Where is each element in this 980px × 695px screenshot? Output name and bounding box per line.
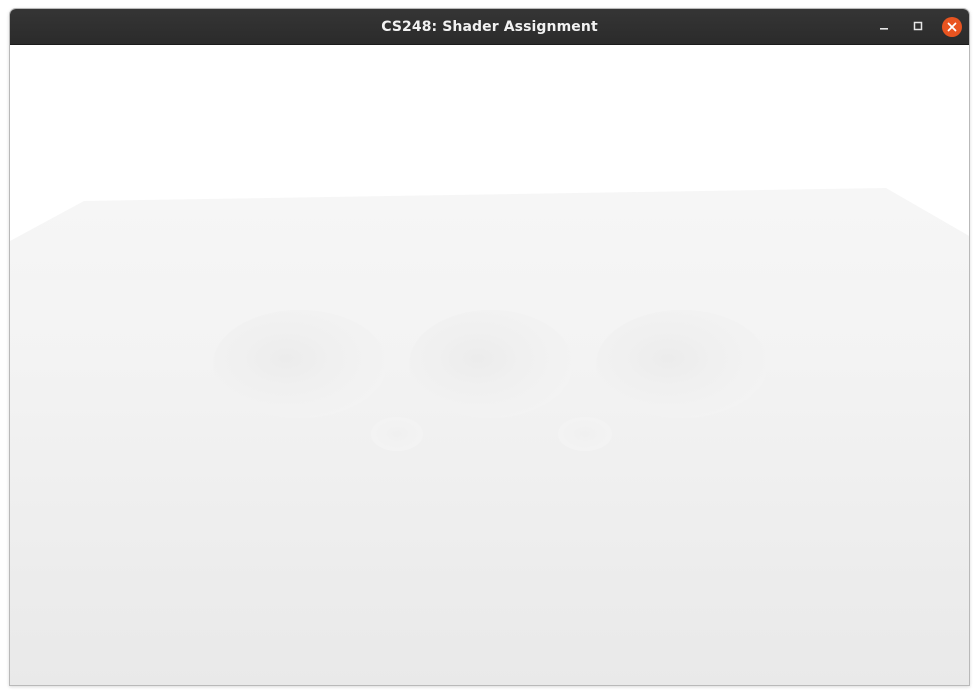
- floor-plane: [10, 188, 969, 685]
- close-icon: [947, 22, 957, 32]
- sphere-right: [596, 310, 768, 418]
- minimize-icon: [880, 28, 888, 30]
- window-title: CS248: Shader Assignment: [381, 19, 598, 35]
- small-sphere-right: [558, 417, 612, 451]
- render-viewport[interactable]: [10, 45, 969, 685]
- sphere-left: [213, 310, 387, 418]
- maximize-button[interactable]: [908, 17, 928, 37]
- rendered-scene: [10, 45, 969, 685]
- small-sphere-left: [371, 417, 423, 451]
- title-bar[interactable]: CS248: Shader Assignment: [10, 9, 969, 45]
- close-button[interactable]: [942, 17, 962, 37]
- app-window: CS248: Shader Assignment: [9, 8, 970, 686]
- sphere-center: [409, 310, 573, 418]
- maximize-icon: [913, 21, 923, 31]
- minimize-button[interactable]: [874, 17, 894, 37]
